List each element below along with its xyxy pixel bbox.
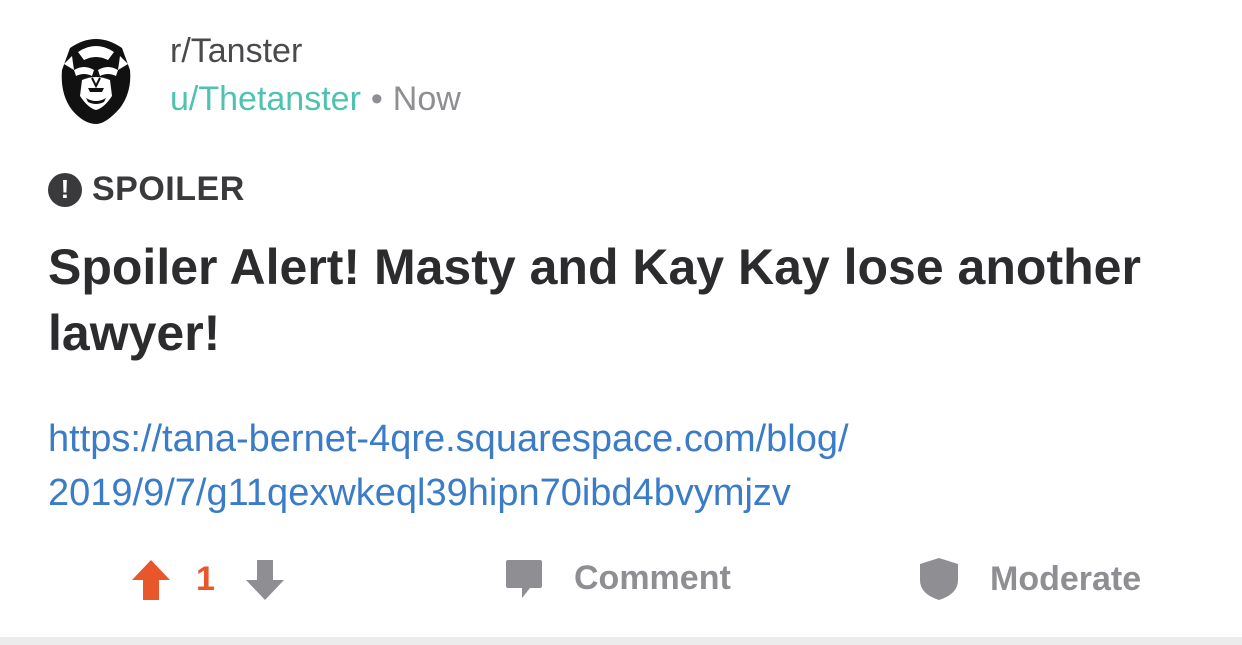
spoiler-label: SPOILER — [92, 170, 245, 208]
speech-bubble-icon — [506, 560, 542, 598]
post-title[interactable]: Spoiler Alert! Masty and Kay Kay lose an… — [48, 234, 1198, 366]
arrow-up-icon — [132, 560, 170, 600]
post-card: r/Tanster u/Thetanster • Now ! SPOILER Spo… — [0, 0, 1242, 637]
action-bar: 1 Comment Moderate — [0, 548, 1242, 612]
moderate-label: Moderate — [990, 559, 1142, 598]
exclamation-circle-icon: ! — [48, 172, 82, 207]
post-link-line-2: 2019/9/7/g11qexwkeql39hipn70ibd4bvymjzv — [48, 472, 791, 514]
downvote-button[interactable] — [244, 558, 286, 602]
post-link-line-1: https://tana-bernet-4qre.squarespace.com… — [48, 418, 849, 460]
subreddit-avatar[interactable] — [48, 30, 144, 126]
spoiler-flair: ! SPOILER — [48, 170, 245, 209]
upvote-button[interactable] — [130, 558, 172, 602]
username-link[interactable]: u/Thetanster — [170, 80, 361, 118]
moderate-button[interactable]: Moderate — [918, 556, 1141, 602]
arrow-down-icon — [246, 560, 284, 600]
masked-face-avatar-icon — [61, 39, 131, 124]
shield-icon — [920, 558, 958, 600]
meta-separator: • — [370, 80, 383, 118]
post-link[interactable]: https://tana-bernet-4qre.squarespace.com… — [48, 412, 1198, 520]
post-meta: u/Thetanster • Now — [170, 80, 461, 119]
card-divider — [0, 637, 1242, 645]
comment-button[interactable]: Comment — [504, 556, 731, 600]
vote-score: 1 — [196, 560, 215, 598]
comment-label: Comment — [574, 558, 731, 597]
subreddit-name[interactable]: r/Tanster — [170, 32, 302, 71]
post-time: Now — [392, 80, 461, 118]
